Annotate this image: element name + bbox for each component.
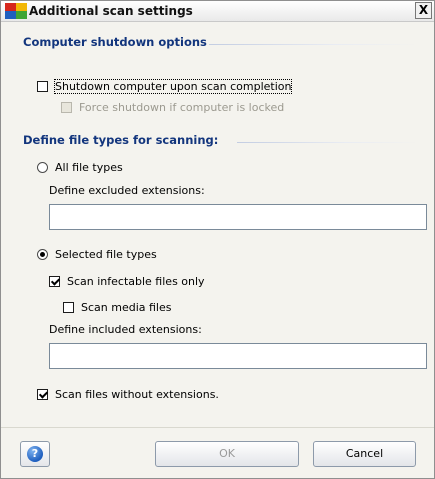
- force-shutdown-checkbox: [61, 102, 72, 113]
- all-file-types-label[interactable]: All file types: [55, 161, 123, 174]
- shutdown-label[interactable]: Shutdown computer upon scan completion: [53, 79, 293, 94]
- dialog-window: Additional scan settings X Computer shut…: [0, 0, 435, 479]
- help-button[interactable]: ?: [20, 441, 50, 467]
- all-file-types-row[interactable]: All file types: [37, 161, 123, 174]
- force-shutdown-row: Force shutdown if computer is locked: [61, 101, 284, 114]
- filetypes-section-divider: [237, 142, 419, 143]
- included-extensions-input[interactable]: [49, 343, 427, 369]
- scan-media-row[interactable]: Scan media files: [63, 301, 171, 314]
- filetypes-section-heading: Define file types for scanning:: [23, 133, 219, 147]
- window-title: Additional scan settings: [29, 4, 193, 18]
- selected-file-types-label[interactable]: Selected file types: [55, 248, 157, 261]
- title-bar[interactable]: Additional scan settings X: [1, 1, 434, 22]
- no-extension-label[interactable]: Scan files without extensions.: [55, 388, 219, 401]
- infectable-only-label[interactable]: Scan infectable files only: [67, 275, 205, 288]
- no-extension-checkbox[interactable]: [37, 389, 48, 400]
- help-icon: ?: [27, 446, 43, 462]
- avg-logo-icon: [5, 3, 27, 19]
- excluded-extensions-label: Define excluded extensions:: [49, 184, 205, 197]
- force-shutdown-label: Force shutdown if computer is locked: [79, 101, 285, 114]
- shutdown-section-heading: Computer shutdown options: [23, 35, 207, 49]
- close-button[interactable]: X: [415, 2, 432, 19]
- infectable-only-checkbox[interactable]: [49, 276, 60, 287]
- scan-media-label[interactable]: Scan media files: [81, 301, 171, 314]
- selected-file-types-row[interactable]: Selected file types: [37, 248, 157, 261]
- footer-divider: [1, 427, 434, 428]
- selected-file-types-radio[interactable]: [37, 249, 48, 260]
- cancel-button[interactable]: Cancel: [313, 441, 416, 467]
- no-extension-row[interactable]: Scan files without extensions.: [37, 388, 219, 401]
- all-file-types-radio[interactable]: [37, 162, 48, 173]
- ok-button[interactable]: OK: [155, 441, 299, 467]
- shutdown-checkbox[interactable]: [37, 81, 48, 92]
- shutdown-option-row[interactable]: Shutdown computer upon scan completion: [37, 79, 293, 94]
- shutdown-section-divider: [209, 44, 419, 45]
- included-extensions-label: Define included extensions:: [49, 323, 202, 336]
- infectable-only-row[interactable]: Scan infectable files only: [49, 275, 205, 288]
- excluded-extensions-input[interactable]: [49, 204, 427, 230]
- scan-media-checkbox[interactable]: [63, 302, 74, 313]
